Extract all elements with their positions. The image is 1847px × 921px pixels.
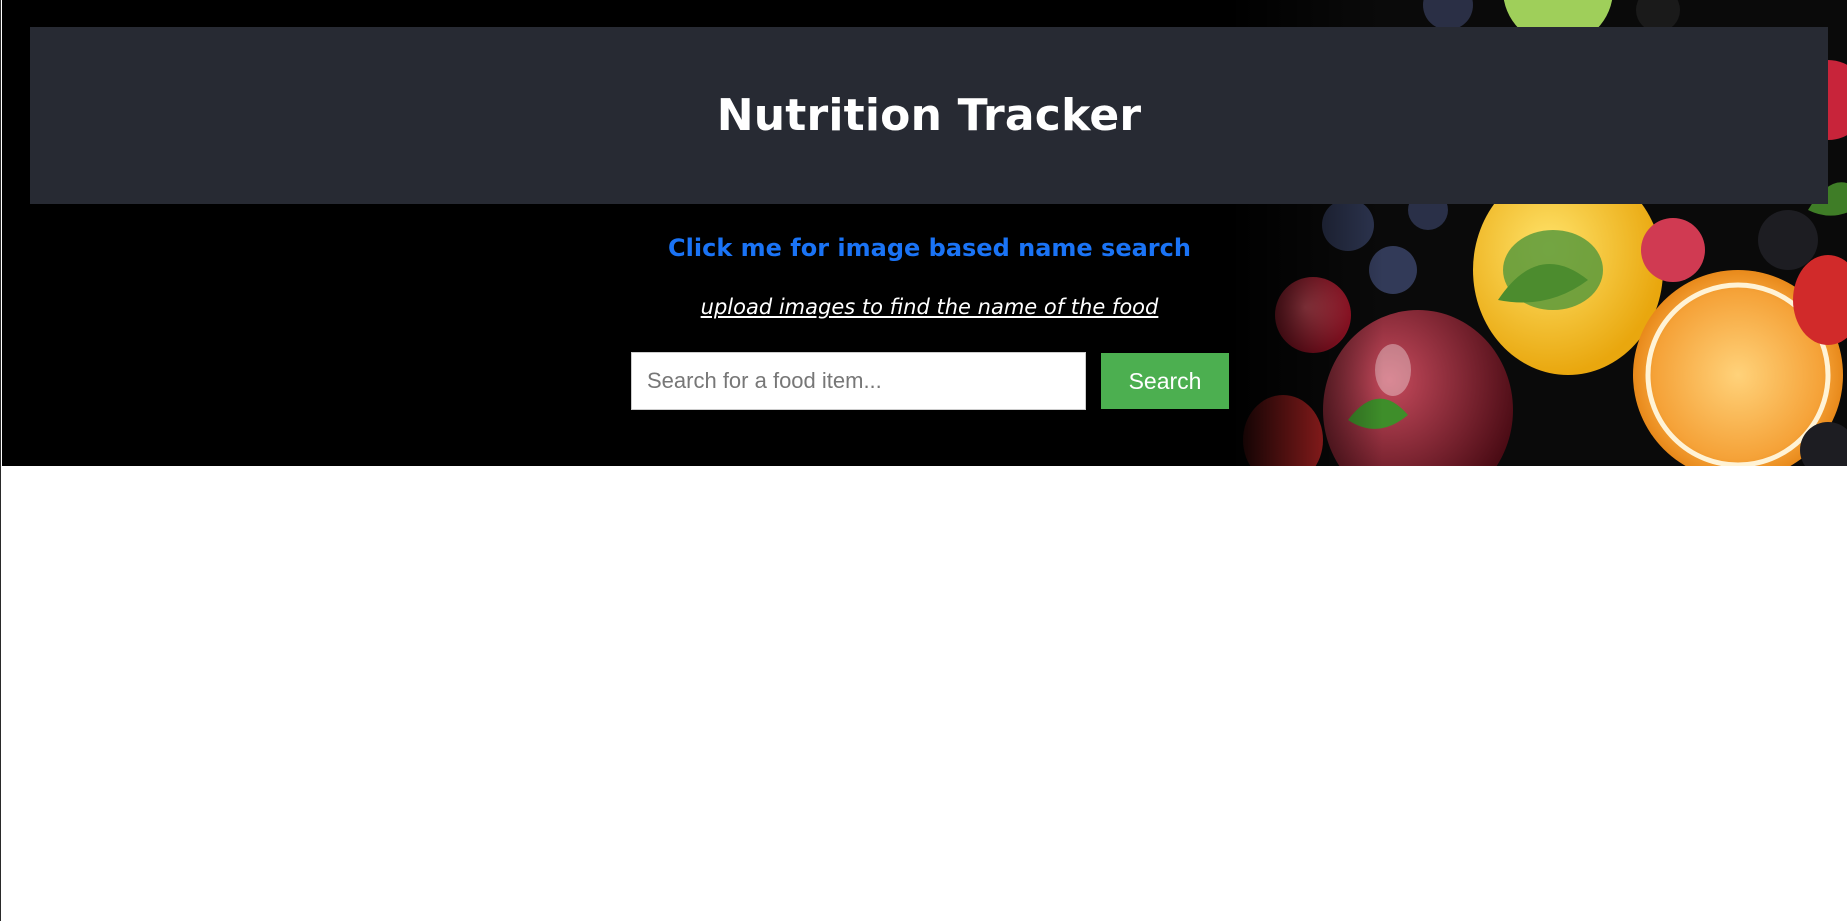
header-bar: Nutrition Tracker — [30, 27, 1828, 204]
page: Nutrition Tracker Click me for image bas… — [0, 0, 1847, 921]
page-title: Nutrition Tracker — [716, 90, 1142, 141]
food-search-input[interactable] — [631, 352, 1086, 410]
hero-section: Nutrition Tracker Click me for image bas… — [2, 0, 1847, 466]
upload-images-link[interactable]: upload images to find the name of the fo… — [2, 295, 1847, 319]
search-button[interactable]: Search — [1101, 353, 1229, 409]
search-bar: Search — [631, 352, 1229, 410]
image-search-link[interactable]: Click me for image based name search — [2, 234, 1847, 262]
